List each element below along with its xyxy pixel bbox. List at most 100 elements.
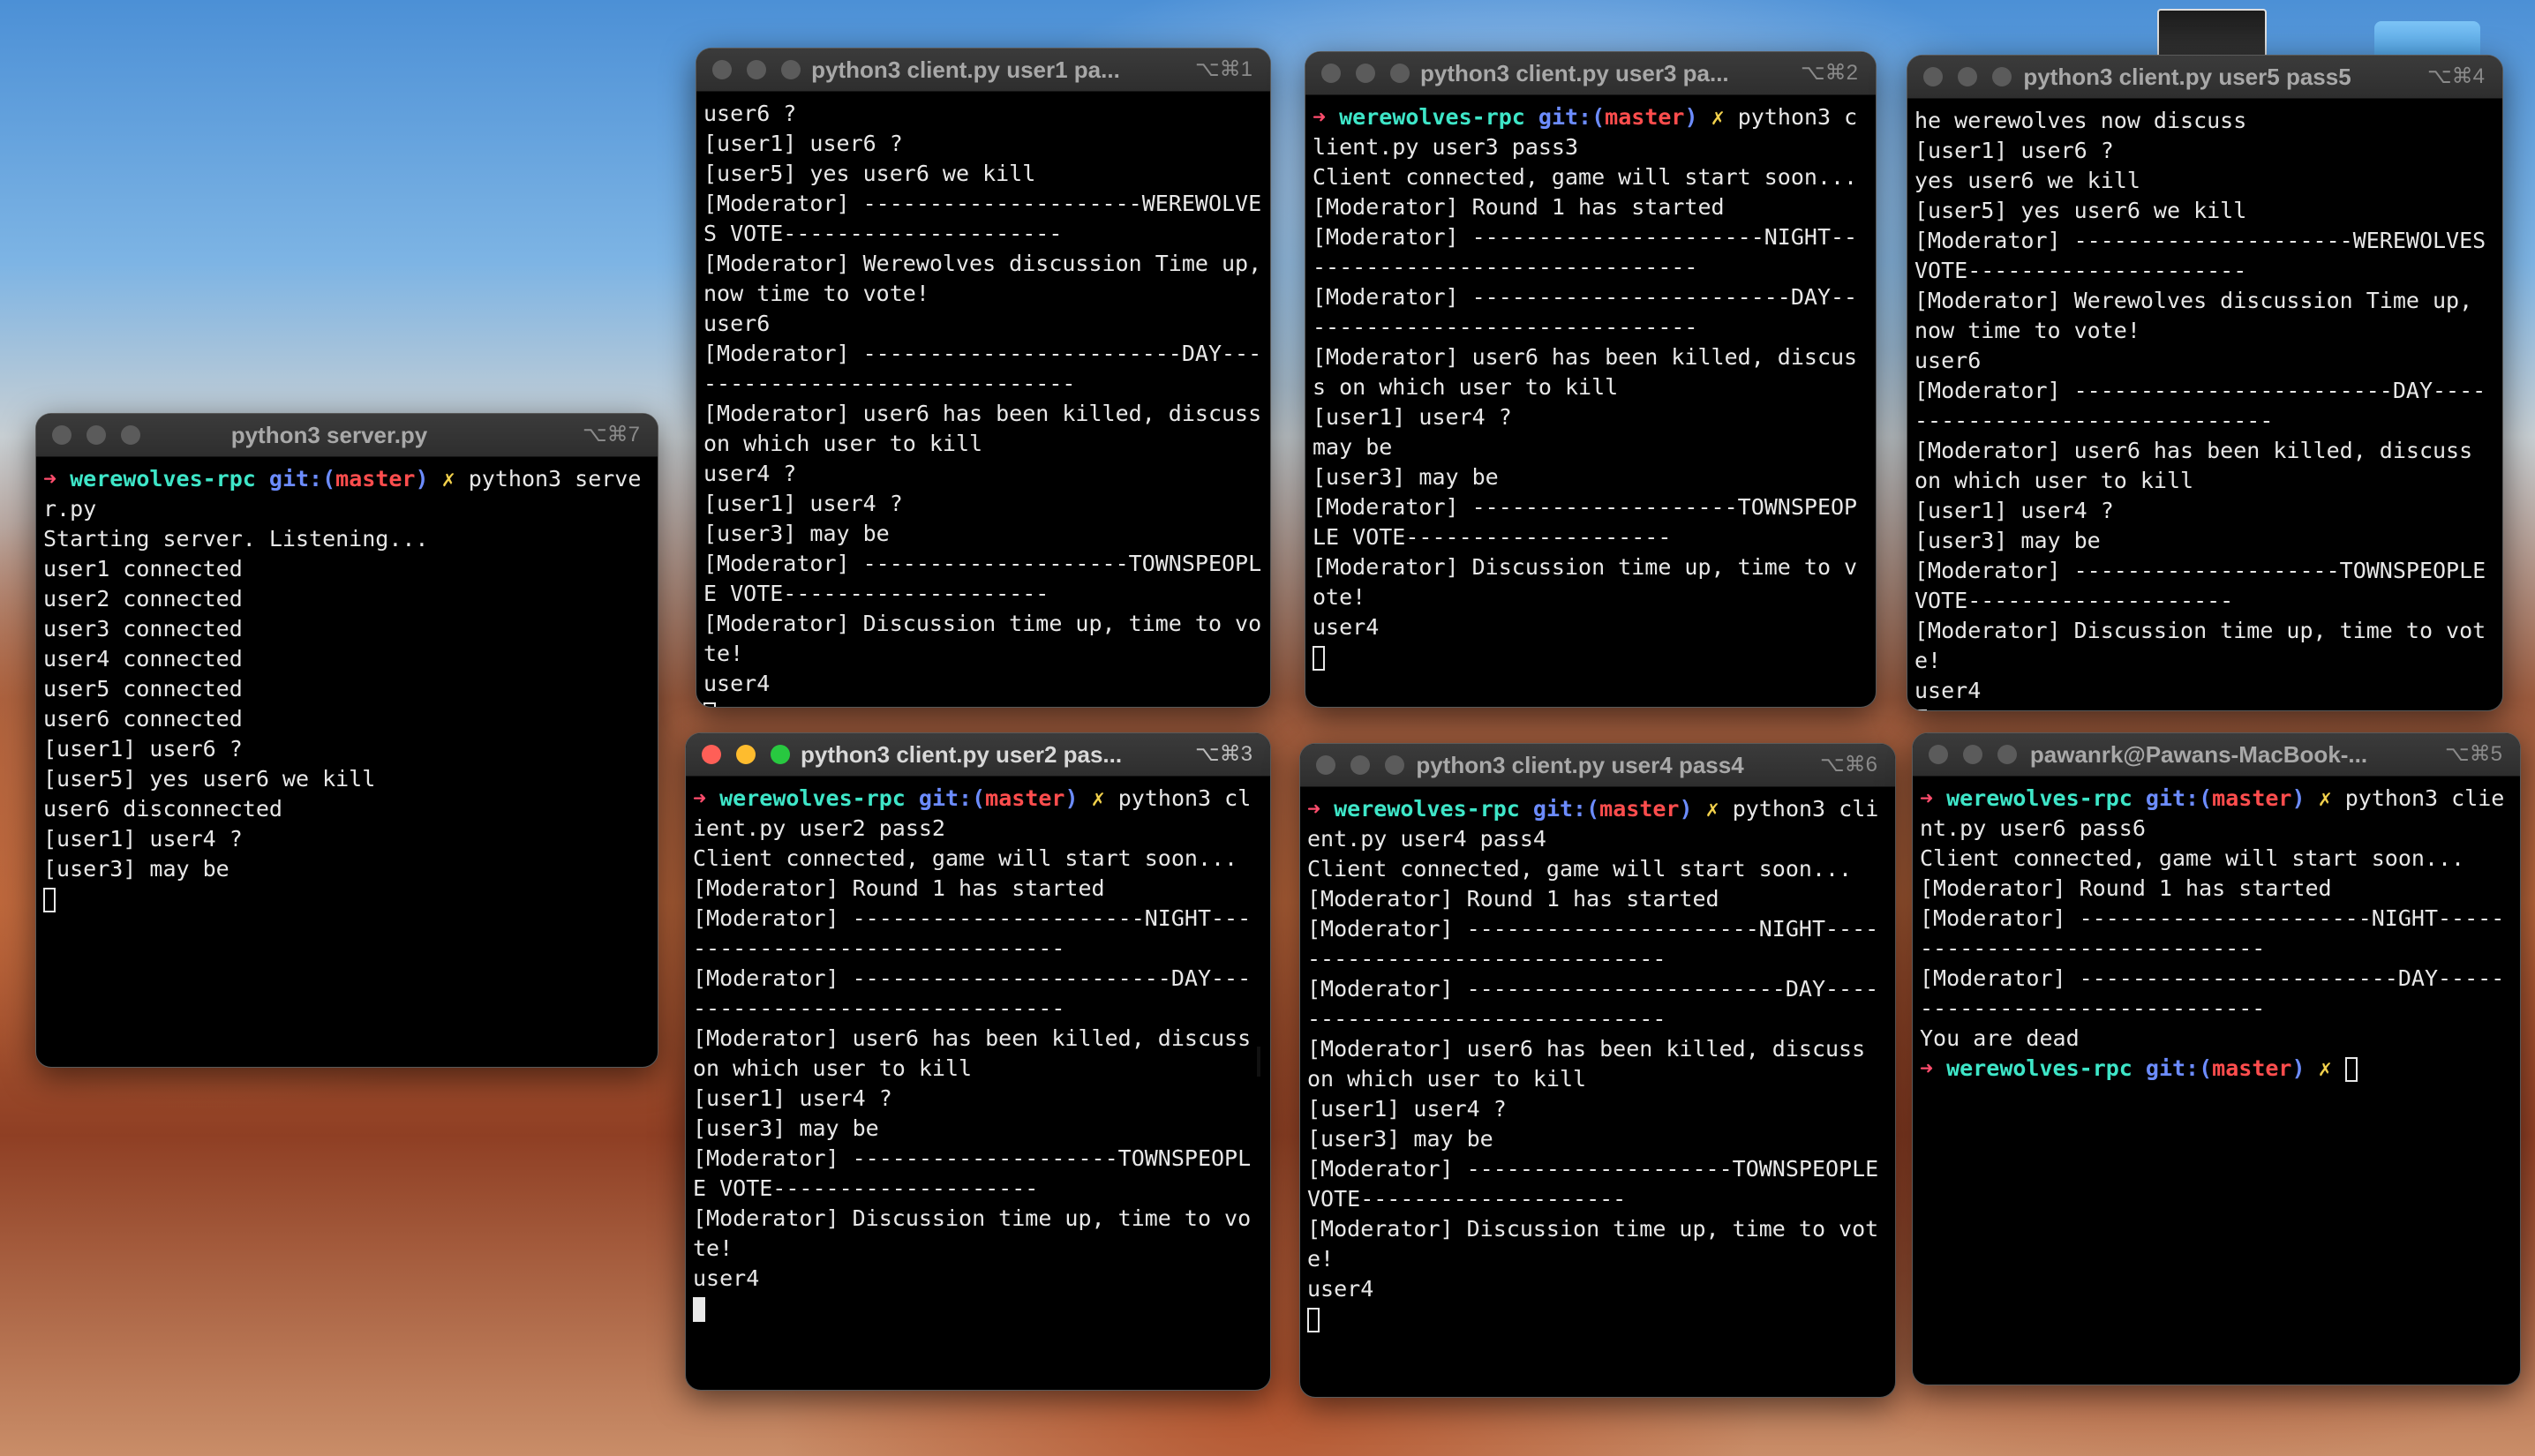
terminal-output[interactable]: ➜ werewolves-rpc git:(master) ✗ python3 … [1300, 787, 1895, 1334]
prompt-line: ➜ werewolves-rpc git:(master) ✗ python3 … [1313, 102, 1869, 162]
window-title: python3 client.py user2 pas... [801, 740, 1123, 768]
window-title: python3 client.py user4 pass4 [1416, 751, 1744, 778]
terminal-window-server[interactable]: python3 server.py ⌥⌘7 ➜ werewolves-rpc g… [35, 413, 658, 1068]
text-cursor [1313, 646, 1325, 671]
output-line: [Moderator] ------------------------DAY-… [1920, 965, 2505, 1021]
text-cursor [693, 1297, 705, 1322]
output-line: [Moderator] ----------------------NIGHT-… [693, 905, 1252, 961]
prompt-dirty-icon: ✗ [1711, 104, 1725, 130]
window-shortcut: ⌥⌘4 [2426, 64, 2485, 88]
output-line: [user3] may be [1307, 1126, 1493, 1152]
titlebar[interactable]: python3 client.py user2 pas... ⌥⌘3 [686, 733, 1270, 777]
output-line: [Moderator] ---------------------WEREWOL… [1914, 228, 2500, 283]
output-line: [Moderator] Discussion time up, time to … [703, 611, 1262, 666]
output-line: Client connected, game will start soon..… [1307, 856, 1853, 882]
prompt-directory: werewolves-rpc [70, 466, 256, 492]
output-line: user1 connected [43, 556, 243, 582]
prompt-arrow-icon: ➜ [1313, 104, 1327, 130]
output-line: [Moderator] Round 1 has started [1920, 875, 2332, 901]
output-line: [user3] may be [693, 1115, 879, 1141]
prompt-directory: werewolves-rpc [1946, 785, 2133, 811]
output-line: user6 [1914, 348, 1982, 373]
output-line: [user5] yes user6 we kill [43, 766, 376, 792]
prompt-dirty-icon: ✗ [2318, 785, 2332, 811]
window-title: python3 server.py [230, 421, 428, 448]
output-line: [Moderator] ----------------------NIGHT-… [1313, 224, 1858, 280]
output-line: [Moderator] ------------------------DAY-… [1313, 284, 1858, 340]
terminal-output[interactable]: he werewolves now discuss [user1] user6 ?… [1907, 99, 2502, 710]
prompt-git-label: git:( [2145, 1055, 2213, 1081]
prompt-git-label: git:( [268, 466, 336, 492]
output-line: [user5] yes user6 we kill [703, 161, 1036, 186]
prompt-line: ➜ werewolves-rpc git:(master) ✗ python3 … [1920, 784, 2513, 844]
titlebar[interactable]: python3 client.py user3 pa... ⌥⌘2 [1305, 52, 1876, 95]
output-line: [Moderator] --------------------TOWNSPEO… [1307, 1156, 1892, 1212]
text-cursor [1307, 1308, 1320, 1332]
output-line: user2 connected [43, 586, 243, 612]
output-line: [Moderator] Discussion time up, time to … [1307, 1216, 1879, 1272]
prompt-dirty-icon: ✗ [2318, 1055, 2332, 1081]
prompt-git-label: git:( [918, 785, 986, 811]
text-cursor [43, 888, 56, 912]
output-line: [user1] user6 ? [1914, 138, 2114, 163]
output-line: [Moderator] Werewolves discussion Time u… [1914, 288, 2486, 343]
output-line: [Moderator] user6 has been killed, discu… [1307, 1036, 1879, 1092]
prompt-git-label: git:( [1538, 104, 1606, 130]
cursor-line [693, 1294, 1263, 1324]
terminal-window-user1[interactable]: python3 client.py user1 pa... ⌥⌘1 user6 … [696, 48, 1271, 708]
prompt-dirty-icon: ✗ [441, 466, 455, 492]
prompt-line: ➜ werewolves-rpc git:(master) ✗ python3 … [43, 464, 651, 524]
prompt-branch: master [335, 466, 416, 492]
titlebar[interactable]: python3 client.py user1 pa... ⌥⌘1 [696, 49, 1270, 92]
output-line: [Moderator] user6 has been killed, discu… [693, 1025, 1265, 1081]
titlebar[interactable]: python3 client.py user5 pass5 ⌥⌘4 [1907, 56, 2502, 99]
titlebar[interactable]: python3 client.py user4 pass4 ⌥⌘6 [1300, 744, 1895, 787]
cursor-line [703, 699, 1263, 707]
terminal-output[interactable]: ➜ werewolves-rpc git:(master) ✗ python3 … [686, 777, 1270, 1324]
output-line: [Moderator] Discussion time up, time to … [1313, 554, 1858, 610]
output-line: [Moderator] user6 has been killed, discu… [703, 401, 1262, 456]
window-shortcut: ⌥⌘7 [582, 423, 640, 447]
prompt-arrow-icon: ➜ [43, 466, 57, 492]
output-line: [Moderator] user6 has been killed, discu… [1914, 438, 2486, 493]
terminal-window-user6[interactable]: pawanrk@Pawans-MacBook-... ⌥⌘5 ➜ werewol… [1912, 732, 2521, 1385]
terminal-window-user5[interactable]: python3 client.py user5 pass5 ⌥⌘4 he wer… [1907, 55, 2503, 711]
window-title: python3 client.py user5 pass5 [2023, 63, 2351, 90]
prompt-arrow-icon: ➜ [693, 785, 707, 811]
output-line: [user1] user6 ? [43, 736, 243, 762]
output-line: user4 ? [703, 461, 797, 486]
output-line: [user5] yes user6 we kill [1914, 198, 2247, 223]
prompt-directory: werewolves-rpc [719, 785, 906, 811]
cursor-line [1914, 706, 2495, 710]
output-line: [Moderator] Round 1 has started [693, 875, 1105, 901]
terminal-output[interactable]: ➜ werewolves-rpc git:(master) ✗ python3 … [36, 457, 658, 914]
prompt-arrow-icon: ➜ [1307, 796, 1321, 822]
terminal-output[interactable]: user6 ? [user1] user6 ? [user5] yes user6 … [696, 92, 1270, 707]
terminal-output[interactable]: ➜ werewolves-rpc git:(master) ✗ python3 … [1913, 777, 2520, 1084]
output-line: [Moderator] ----------------------NIGHT-… [1307, 916, 1879, 972]
prompt-arrow-icon: ➜ [1920, 1055, 1934, 1081]
terminal-output[interactable]: ➜ werewolves-rpc git:(master) ✗ python3 … [1305, 95, 1876, 672]
output-line: [user1] user4 ? [1914, 498, 2114, 523]
terminal-window-user3[interactable]: python3 client.py user3 pa... ⌥⌘2 ➜ were… [1305, 51, 1877, 708]
output-line: may be [1313, 434, 1393, 460]
titlebar[interactable]: pawanrk@Pawans-MacBook-... ⌥⌘5 [1913, 733, 2520, 777]
output-line: [user3] may be [43, 856, 229, 882]
terminal-window-user4[interactable]: python3 client.py user4 pass4 ⌥⌘6 ➜ were… [1299, 743, 1896, 1398]
prompt-arrow-icon: ➜ [1920, 785, 1934, 811]
cursor-line [1307, 1304, 1888, 1334]
output-line: [user3] may be [1313, 464, 1499, 490]
window-title: python3 client.py user1 pa... [811, 56, 1120, 83]
output-line: [Moderator] ----------------------NIGHT-… [1920, 905, 2505, 961]
output-line: You are dead [1920, 1025, 2080, 1051]
prompt-git-close: ) [2291, 785, 2306, 811]
output-line: [user3] may be [703, 521, 890, 546]
terminal-window-user2[interactable]: python3 client.py user2 pas... ⌥⌘3 ➜ wer… [685, 732, 1271, 1391]
titlebar[interactable]: python3 server.py ⌥⌘7 [36, 414, 658, 457]
cursor-line [43, 884, 651, 914]
output-line: [user1] user4 ? [43, 826, 243, 852]
output-line: [Moderator] --------------------TOWNSPEO… [1914, 558, 2500, 613]
output-line: [user1] user4 ? [703, 491, 903, 516]
output-line: user6 disconnected [43, 796, 282, 822]
output-line: [Moderator] --------------------TOWNSPEO… [703, 551, 1262, 606]
